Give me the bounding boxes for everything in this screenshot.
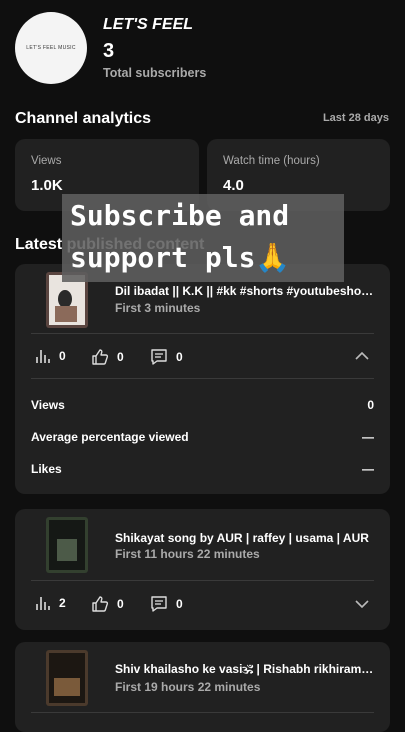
bar-chart-icon xyxy=(36,350,50,363)
divider xyxy=(31,712,374,713)
likes-metric: 0 xyxy=(91,348,124,366)
comment-icon xyxy=(151,596,167,612)
video-time: First 3 minutes xyxy=(115,301,201,315)
views-label: Views xyxy=(31,155,62,167)
likes-count: 0 xyxy=(117,350,124,364)
video-title[interactable]: Shikayat song by AUR | raffey | usama | … xyxy=(115,531,375,545)
likes-metric: 0 xyxy=(91,595,124,613)
views-metric: 2 xyxy=(35,595,66,611)
divider xyxy=(31,580,374,581)
detail-label-views: Views xyxy=(31,398,65,412)
subscriber-label: Total subscribers xyxy=(103,66,207,80)
views-metric: 0 xyxy=(35,348,66,364)
channel-analytics-title: Channel analytics xyxy=(15,110,152,127)
analytics-period: Last 28 days xyxy=(322,112,389,124)
channel-avatar[interactable]: LET'S FEEL MUSIC xyxy=(15,12,87,84)
detail-value-avg-viewed: — xyxy=(362,430,374,444)
video-title[interactable]: Dil ibadat || K.K || #kk #shorts #youtub… xyxy=(115,284,375,298)
detail-value-views: 0 xyxy=(367,398,374,412)
caption-overlay: Subscribe and support pls🙏 xyxy=(62,194,344,282)
content-card-3: Shiv khailasho ke vasi🕉 | Rishabh rikhir… xyxy=(15,642,390,732)
views-value: 1.0K xyxy=(31,177,63,194)
video-time: First 19 hours 22 minutes xyxy=(115,680,261,694)
divider xyxy=(31,378,374,379)
video-thumbnail[interactable] xyxy=(46,517,88,573)
bar-chart-icon xyxy=(36,597,50,610)
thumbs-up-icon xyxy=(92,349,109,365)
views-count: 2 xyxy=(59,596,66,610)
detail-label-avg-viewed: Average percentage viewed xyxy=(31,430,189,444)
divider xyxy=(31,333,374,334)
thumbs-up-icon xyxy=(92,596,109,612)
caption-line-1: Subscribe and xyxy=(70,199,290,232)
detail-label-likes: Likes xyxy=(31,462,62,476)
caption-line-2: support pls🙏 xyxy=(70,241,291,274)
avatar-logo-text: LET'S FEEL MUSIC xyxy=(26,45,76,51)
video-thumbnail[interactable] xyxy=(46,650,88,706)
chevron-up-icon[interactable] xyxy=(354,351,370,361)
watch-time-value: 4.0 xyxy=(223,177,244,194)
content-card-1: Dil ibadat || K.K || #kk #shorts #youtub… xyxy=(15,264,390,494)
comments-count: 0 xyxy=(176,350,183,364)
comment-icon xyxy=(151,349,167,365)
subscriber-count: 3 xyxy=(103,40,115,62)
comments-metric: 0 xyxy=(150,348,183,366)
comments-count: 0 xyxy=(176,597,183,611)
views-count: 0 xyxy=(59,349,66,363)
content-card-2: Shikayat song by AUR | raffey | usama | … xyxy=(15,509,390,630)
likes-count: 0 xyxy=(117,597,124,611)
channel-name: LET'S FEEL xyxy=(103,16,194,33)
watch-time-label: Watch time (hours) xyxy=(223,155,320,167)
chevron-down-icon[interactable] xyxy=(354,599,370,609)
video-time: First 11 hours 22 minutes xyxy=(115,547,260,561)
detail-value-likes: — xyxy=(362,462,374,476)
video-title[interactable]: Shiv khailasho ke vasi🕉 | Rishabh rikhir… xyxy=(115,662,375,677)
comments-metric: 0 xyxy=(150,595,183,613)
